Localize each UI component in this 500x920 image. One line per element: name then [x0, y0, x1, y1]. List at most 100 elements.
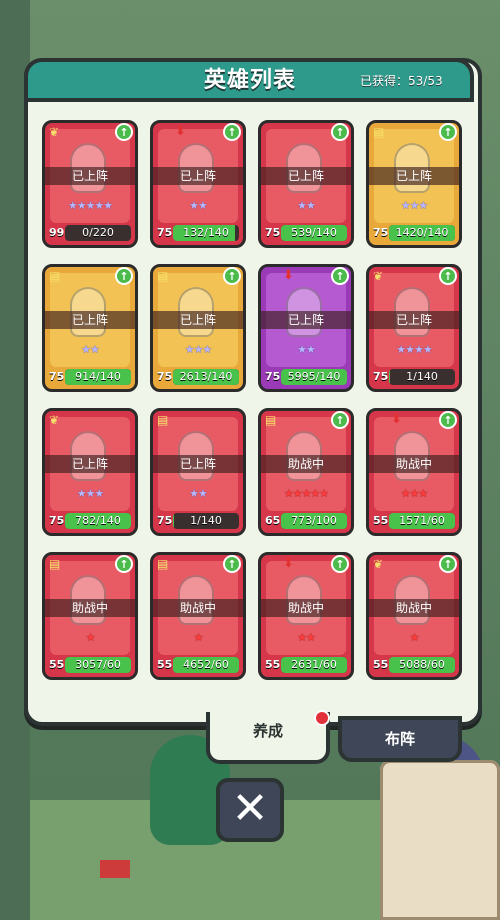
- upgrade-arrow-icon: ↑: [115, 123, 133, 141]
- hero-card[interactable]: ❦ ↑ 助战中 ★ 5088/60 55: [366, 552, 462, 680]
- progress-text: 539/140: [291, 226, 337, 239]
- hero-level: 75: [49, 370, 65, 383]
- star-rating: ★★: [189, 199, 208, 212]
- hero-status: 已上阵: [45, 455, 135, 473]
- hero-status: 已上阵: [369, 167, 459, 185]
- star-rating: ★★: [81, 343, 100, 356]
- hero-level: 65: [265, 514, 281, 527]
- red-arrow-icon: ⬇: [283, 556, 294, 571]
- hero-status: 已上阵: [153, 311, 243, 329]
- hero-card[interactable]: ▤ ↑ 助战中 ★ 4652/60 55: [150, 552, 246, 680]
- leaf-icon: ❦: [373, 269, 384, 283]
- leaf-icon: ❦: [49, 125, 60, 139]
- progress-text: 4652/60: [183, 658, 229, 671]
- star-rating: ★★★: [400, 487, 429, 500]
- hero-card[interactable]: ↑ 已上阵 ★★ 539/140 75: [258, 120, 354, 248]
- hero-status: 助战中: [369, 599, 459, 617]
- close-button[interactable]: ✕: [216, 778, 284, 842]
- star-rating: ★★★: [76, 487, 105, 500]
- progress-text: 3057/60: [75, 658, 121, 671]
- upgrade-arrow-icon: ↑: [439, 267, 457, 285]
- upgrade-arrow-icon: ↑: [439, 123, 457, 141]
- upgrade-arrow-icon: ↑: [439, 555, 457, 573]
- shard-progress-bar: 539/140: [281, 225, 347, 241]
- star-rating: ★★: [297, 343, 316, 356]
- progress-text: 1571/60: [399, 514, 445, 527]
- shard-progress-bar: 1420/140: [389, 225, 455, 241]
- hero-card[interactable]: ❦ 已上阵 ★★★ 782/140 75: [42, 408, 138, 536]
- star-rating: ★★★★★: [283, 487, 329, 500]
- hero-card[interactable]: ❦ ↑ 已上阵 ★★★★★ 0/220 99: [42, 120, 138, 248]
- hero-status: 已上阵: [261, 311, 351, 329]
- progress-text: 1/140: [406, 370, 438, 383]
- star-rating: ★★★: [400, 199, 429, 212]
- tab-formation[interactable]: 布阵: [338, 716, 462, 762]
- book-icon: ▤: [265, 413, 277, 427]
- castle-tower: [380, 760, 500, 920]
- hero-level: 55: [265, 658, 281, 671]
- hero-card[interactable]: ⬇ ↑ 已上阵 ★★ 132/140 75: [150, 120, 246, 248]
- progress-text: 132/140: [183, 226, 229, 239]
- red-arrow-icon: ⬇: [283, 268, 294, 283]
- hero-status: 已上阵: [45, 311, 135, 329]
- notification-dot: [314, 710, 330, 726]
- star-rating: ★: [193, 631, 204, 644]
- collected-count: 已获得：53/53: [360, 74, 443, 88]
- leaf-icon: ❦: [49, 413, 60, 427]
- shard-progress-bar: 2613/140: [173, 369, 239, 385]
- upgrade-arrow-icon: ↑: [331, 555, 349, 573]
- star-rating: ★★★★★: [67, 199, 113, 212]
- tab-train[interactable]: 养成: [206, 712, 330, 764]
- shard-progress-bar: 0/220: [65, 225, 131, 241]
- book-icon: ▤: [373, 125, 385, 139]
- progress-text: 5088/60: [399, 658, 445, 671]
- book-icon: ▤: [49, 269, 61, 283]
- hero-level: 75: [157, 226, 173, 239]
- star-rating: ★★: [297, 199, 316, 212]
- shard-progress-bar: 1/140: [173, 513, 239, 529]
- hero-status: 助战中: [153, 599, 243, 617]
- progress-text: 2631/60: [291, 658, 337, 671]
- progress-text: 914/140: [75, 370, 121, 383]
- hero-card[interactable]: ⬇ ↑ 助战中 ★★ 2631/60 55: [258, 552, 354, 680]
- hero-card[interactable]: ▤ ↑ 已上阵 ★★★ 1420/140 75: [366, 120, 462, 248]
- upgrade-arrow-icon: ↑: [331, 123, 349, 141]
- shard-progress-bar: 1571/60: [389, 513, 455, 529]
- hero-status: 已上阵: [261, 167, 351, 185]
- hero-level: 75: [157, 514, 173, 527]
- hero-card[interactable]: ⬇ ↑ 已上阵 ★★ 5995/140 75: [258, 264, 354, 392]
- star-rating: ★★: [189, 487, 208, 500]
- star-rating: ★: [85, 631, 96, 644]
- red-arrow-icon: ⬇: [391, 412, 402, 427]
- upgrade-arrow-icon: ↑: [223, 555, 241, 573]
- hero-card[interactable]: ▤ 已上阵 ★★ 1/140 75: [150, 408, 246, 536]
- book-icon: ▤: [157, 269, 169, 283]
- book-icon: ▤: [157, 557, 169, 571]
- star-rating: ★: [409, 631, 420, 644]
- hero-card[interactable]: ⬇ ↑ 助战中 ★★★ 1571/60 55: [366, 408, 462, 536]
- hero-status: 已上阵: [153, 167, 243, 185]
- shard-progress-bar: 914/140: [65, 369, 131, 385]
- hero-level: 55: [49, 658, 65, 671]
- hero-status: 助战中: [261, 599, 351, 617]
- shard-progress-bar: 1/140: [389, 369, 455, 385]
- shard-progress-bar: 2631/60: [281, 657, 347, 673]
- hero-status: 助战中: [45, 599, 135, 617]
- progress-text: 773/100: [291, 514, 337, 527]
- hero-card[interactable]: ▤ ↑ 助战中 ★★★★★ 773/100 65: [258, 408, 354, 536]
- hero-card[interactable]: ▤ ↑ 已上阵 ★★ 914/140 75: [42, 264, 138, 392]
- upgrade-arrow-icon: ↑: [331, 411, 349, 429]
- hero-level: 55: [157, 658, 173, 671]
- hero-status: 已上阵: [369, 311, 459, 329]
- hero-card[interactable]: ❦ ↑ 已上阵 ★★★★ 1/140 75: [366, 264, 462, 392]
- hero-status: 助战中: [261, 455, 351, 473]
- progress-text: 1/140: [190, 514, 222, 527]
- hero-status: 已上阵: [45, 167, 135, 185]
- hero-card[interactable]: ▤ ↑ 已上阵 ★★★ 2613/140 75: [150, 264, 246, 392]
- progress-text: 5995/140: [287, 370, 341, 383]
- upgrade-arrow-icon: ↑: [115, 555, 133, 573]
- upgrade-arrow-icon: ↑: [331, 267, 349, 285]
- red-arrow-icon: ⬇: [175, 124, 186, 139]
- leaf-icon: ❦: [373, 557, 384, 571]
- hero-card[interactable]: ▤ ↑ 助战中 ★ 3057/60 55: [42, 552, 138, 680]
